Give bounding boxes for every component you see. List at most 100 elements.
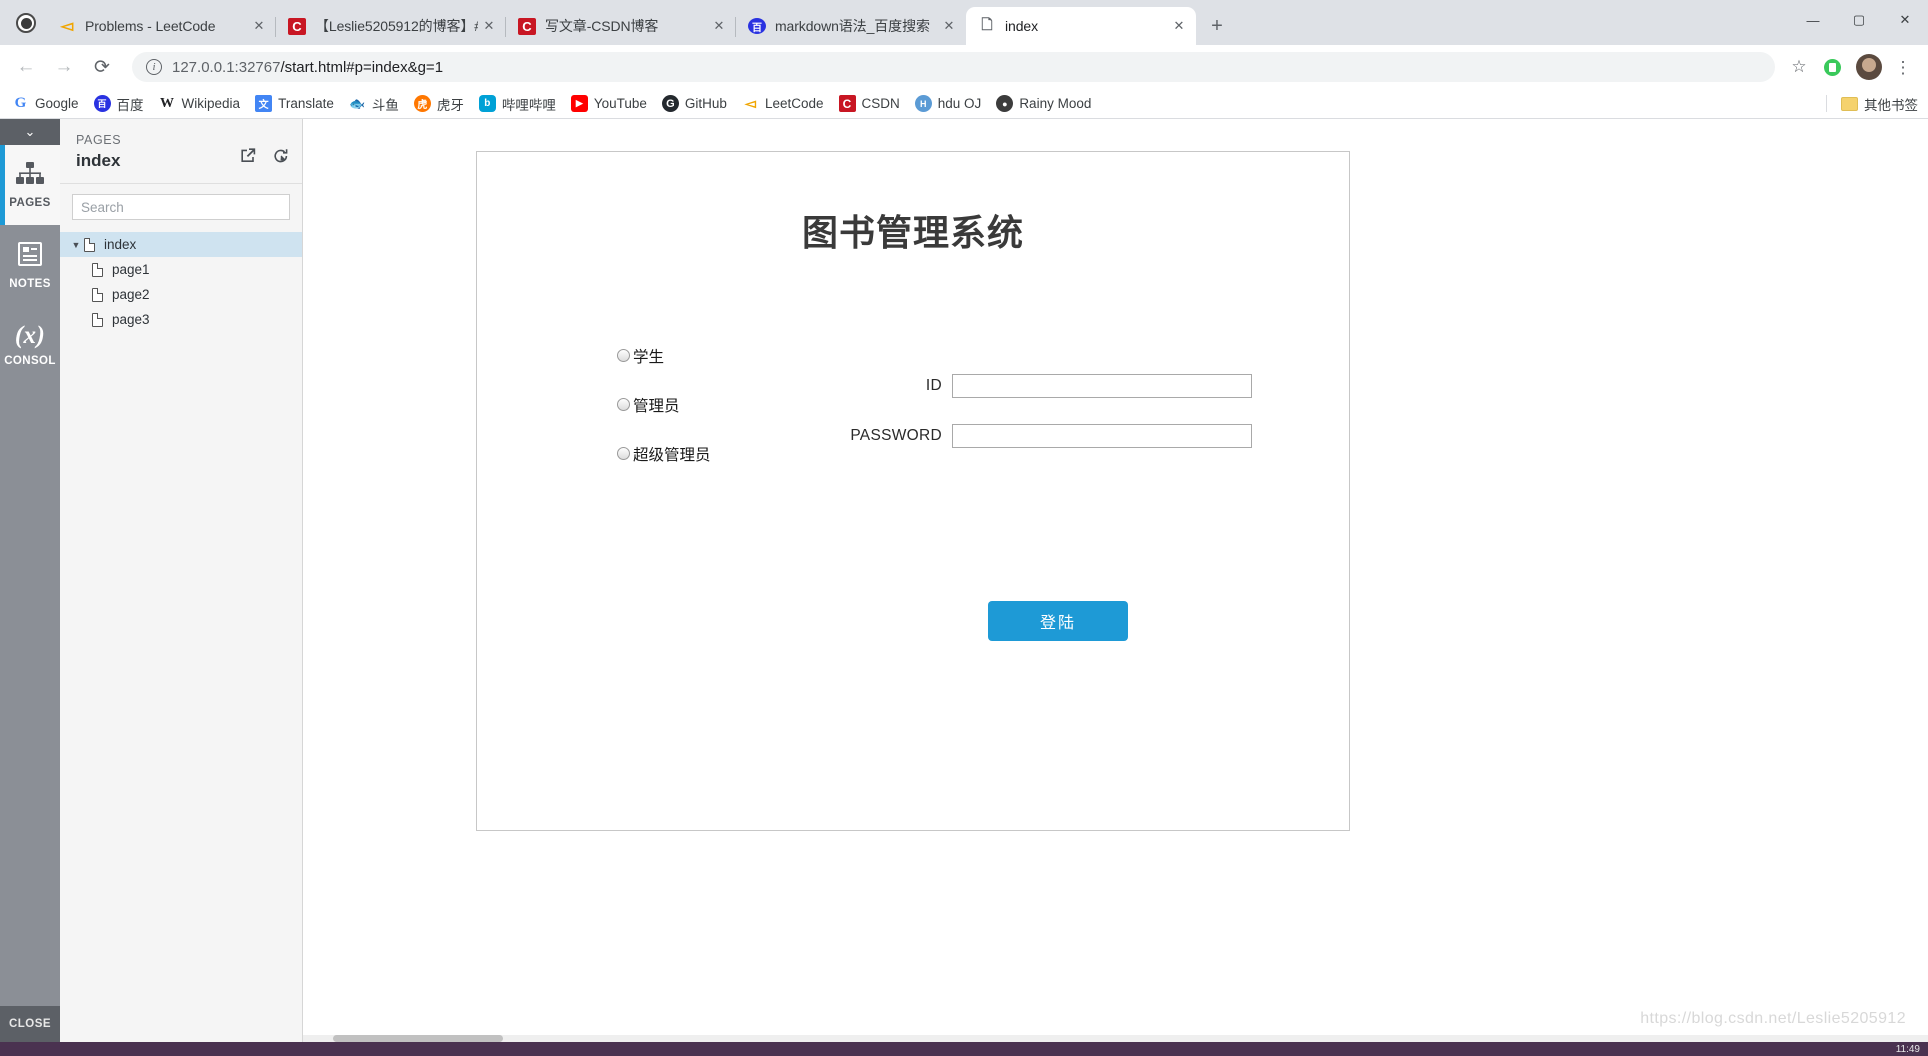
browser-tab-3[interactable]: C 写文章-CSDN博客 ✕ bbox=[505, 7, 736, 45]
bookmark-star-icon[interactable]: ☆ bbox=[1783, 57, 1815, 77]
bookmark-wikipedia[interactable]: W Wikipedia bbox=[159, 95, 241, 112]
app-frame: 图书管理系统 学生 管理员 超级管理员 ID PASSWORD 登陆 bbox=[476, 151, 1350, 831]
bookmark-label: GitHub bbox=[684, 96, 727, 111]
password-input[interactable] bbox=[952, 424, 1252, 448]
login-button[interactable]: 登陆 bbox=[988, 601, 1128, 641]
bookmark-label: Rainy Mood bbox=[1019, 96, 1092, 111]
horizontal-scrollbar[interactable] bbox=[303, 1035, 1928, 1042]
site-info-icon[interactable]: i bbox=[146, 59, 162, 75]
rail-item-console[interactable]: (x) CONSOL bbox=[0, 305, 60, 385]
collapse-rail-button[interactable]: ⌄ bbox=[0, 119, 60, 145]
rail-item-pages[interactable]: PAGES bbox=[0, 145, 60, 225]
panel-kicker: PAGES bbox=[76, 133, 122, 147]
bookmark-label: Wikipedia bbox=[181, 96, 241, 111]
divider bbox=[1826, 95, 1827, 112]
browser-menu-icon[interactable]: ⋮ bbox=[1888, 59, 1918, 76]
password-label: PASSWORD bbox=[850, 427, 942, 444]
os-taskbar: 11:49 bbox=[0, 1042, 1928, 1056]
tree-item-label: page2 bbox=[112, 287, 150, 302]
bookmark-baidu[interactable]: 百百度 bbox=[93, 94, 144, 114]
bookmark-huya[interactable]: 虎虎牙 bbox=[413, 94, 464, 114]
radio-option-student[interactable]: 学生 bbox=[617, 346, 711, 366]
search-input[interactable] bbox=[72, 194, 290, 220]
tab-close-icon[interactable]: ✕ bbox=[938, 15, 960, 37]
bookmark-label: 斗鱼 bbox=[371, 97, 399, 113]
bookmark-label: Translate bbox=[278, 96, 334, 111]
back-button[interactable]: ← bbox=[10, 51, 42, 83]
radio-icon[interactable] bbox=[617, 349, 630, 362]
address-bar[interactable]: i 127.0.0.1:32767/start.html#p=index&g=1 bbox=[132, 52, 1775, 82]
page-title: 图书管理系统 bbox=[801, 212, 1024, 253]
other-bookmarks[interactable]: 其他书签 bbox=[1826, 94, 1918, 114]
close-devtools-button[interactable]: CLOSE bbox=[0, 1006, 60, 1042]
browser-tab-4[interactable]: 百 markdown语法_百度搜索 ✕ bbox=[735, 7, 966, 45]
bookmark-translate[interactable]: 文 Translate bbox=[255, 95, 334, 112]
browser-tab-1[interactable]: ◅ Problems - LeetCode ✕ bbox=[46, 7, 276, 45]
tab-close-icon[interactable]: ✕ bbox=[248, 15, 270, 37]
open-external-icon[interactable] bbox=[239, 147, 257, 165]
id-input[interactable] bbox=[952, 374, 1252, 398]
tab-close-icon[interactable]: ✕ bbox=[1168, 15, 1190, 37]
bookmark-youtube[interactable]: ▶ YouTube bbox=[570, 95, 647, 112]
profile-badge[interactable] bbox=[6, 0, 46, 45]
chevron-down-icon[interactable]: ▼ bbox=[68, 240, 84, 250]
bookmark-rainy-mood[interactable]: ● Rainy Mood bbox=[996, 95, 1091, 112]
rail-item-notes[interactable]: NOTES bbox=[0, 225, 60, 305]
id-field-row: ID bbox=[847, 374, 1252, 398]
bookmark-github[interactable]: G GitHub bbox=[661, 95, 727, 112]
tree-item-page3[interactable]: page3 bbox=[60, 307, 302, 332]
id-label: ID bbox=[925, 377, 942, 394]
document-icon bbox=[92, 262, 103, 277]
folder-icon bbox=[1841, 96, 1858, 111]
radio-icon[interactable] bbox=[617, 447, 630, 460]
forward-button[interactable]: → bbox=[48, 51, 80, 83]
tree-item-page1[interactable]: page1 bbox=[60, 257, 302, 282]
rail-label: CONSOL bbox=[4, 355, 56, 367]
tree-item-label: page3 bbox=[112, 312, 150, 327]
csdn-icon: C bbox=[288, 17, 306, 35]
bookmark-label: hdu OJ bbox=[937, 96, 982, 111]
bookmark-bilibili[interactable]: b 哔哩哔哩 bbox=[478, 94, 556, 114]
radio-option-admin[interactable]: 管理员 bbox=[617, 395, 711, 415]
hdu-icon: H bbox=[914, 95, 932, 112]
tab-title: 【Leslie5205912的博客】## - C bbox=[315, 18, 478, 34]
maximize-button[interactable]: ▢ bbox=[1836, 0, 1882, 40]
bookmark-label: 百度 bbox=[116, 97, 144, 113]
bookmark-hdu-oj[interactable]: Hhdu OJ bbox=[914, 95, 982, 112]
taskbar-clock: 11:49 bbox=[1895, 1043, 1920, 1055]
scrollbar-thumb[interactable] bbox=[333, 1035, 503, 1042]
tree-item-page2[interactable]: page2 bbox=[60, 282, 302, 307]
tab-title: Problems - LeetCode bbox=[85, 18, 216, 34]
role-radio-group: 学生 管理员 超级管理员 bbox=[617, 346, 711, 493]
panel-header: PAGES index bbox=[60, 119, 302, 179]
extension-icon[interactable] bbox=[1824, 58, 1841, 76]
tab-close-icon[interactable]: ✕ bbox=[708, 15, 730, 37]
new-tab-button[interactable]: + bbox=[1202, 11, 1232, 41]
refresh-icon[interactable] bbox=[272, 147, 290, 165]
bookmark-leetcode[interactable]: ◅ LeetCode bbox=[742, 95, 823, 112]
tab-close-icon[interactable]: ✕ bbox=[478, 15, 500, 37]
browser-tab-5-active[interactable]: 🗋 index ✕ bbox=[966, 7, 1196, 45]
radio-option-super-admin[interactable]: 超级管理员 bbox=[617, 444, 711, 464]
bookmark-douyu[interactable]: 🐟 斗鱼 bbox=[349, 94, 399, 114]
devtools-rail: ⌄ PAGES NOTES (x) CONSOL CLOSE bbox=[0, 119, 60, 1042]
radio-icon[interactable] bbox=[617, 398, 630, 411]
tree-item-label: page1 bbox=[112, 262, 150, 277]
bookmark-google[interactable]: G Google bbox=[12, 95, 79, 112]
douyu-icon: 🐟 bbox=[349, 95, 366, 111]
close-window-button[interactable]: ✕ bbox=[1882, 0, 1928, 40]
tree-item-index[interactable]: ▼ index bbox=[60, 232, 302, 257]
minimize-button[interactable]: — bbox=[1790, 0, 1836, 40]
rainymood-icon: ● bbox=[996, 95, 1014, 112]
pages-tree: ▼ index page1 page2 page3 bbox=[60, 230, 302, 332]
browser-tab-2[interactable]: C 【Leslie5205912的博客】## - C ✕ bbox=[275, 7, 506, 45]
wikipedia-icon: W bbox=[160, 95, 175, 111]
tab-strip: ◅ Problems - LeetCode ✕ C 【Leslie5205912… bbox=[0, 0, 1928, 45]
bookmark-csdn[interactable]: C CSDN bbox=[838, 95, 900, 112]
avatar[interactable] bbox=[1856, 54, 1882, 80]
reload-button[interactable]: ⟳ bbox=[86, 51, 118, 83]
bookmark-label: CSDN bbox=[861, 96, 900, 111]
radio-label: 超级管理员 bbox=[633, 446, 711, 464]
content-area: 图书管理系统 学生 管理员 超级管理员 ID PASSWORD 登陆 https… bbox=[303, 119, 1928, 1042]
tab-title: markdown语法_百度搜索 bbox=[775, 18, 930, 34]
